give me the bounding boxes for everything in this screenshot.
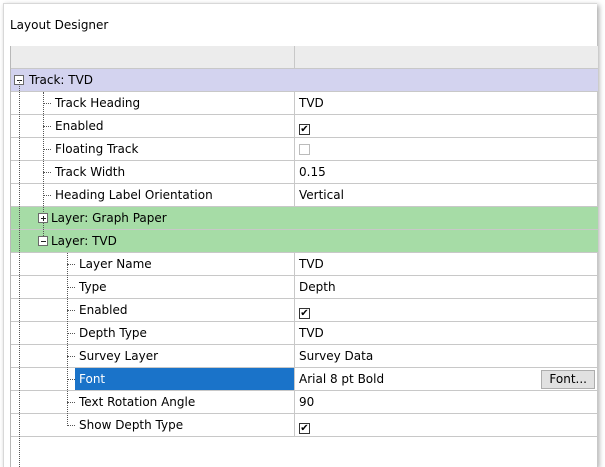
tree-line-root [19, 80, 20, 467]
prop-value[interactable]: 90 [295, 391, 598, 413]
prop-value[interactable]: TVD [295, 253, 598, 275]
prop-name: Survey Layer [75, 345, 295, 367]
property-grid: Track: TVD Track Heading TVD Enabled ✔ F… [10, 46, 598, 467]
prop-name: Enabled [51, 115, 295, 137]
prop-name: Show Depth Type [75, 414, 295, 436]
prop-value[interactable]: TVD [295, 322, 598, 344]
layer-row-tvd[interactable]: Layer: TVD [11, 230, 598, 253]
prop-name: Track Heading [51, 92, 295, 114]
prop-name: Depth Type [75, 322, 295, 344]
font-value: Arial 8 pt Bold [299, 372, 385, 386]
prop-value[interactable]: Depth [295, 276, 598, 298]
prop-text-rotation-angle[interactable]: Text Rotation Angle 90 [11, 391, 598, 414]
layer-label: Layer: Graph Paper [51, 211, 167, 225]
prop-name: Layer Name [75, 253, 295, 275]
expand-layer-graph-paper-icon[interactable] [38, 213, 48, 223]
prop-floating-track[interactable]: Floating Track [11, 138, 598, 161]
prop-name: Floating Track [51, 138, 295, 160]
prop-heading-label-orientation[interactable]: Heading Label Orientation Vertical [11, 184, 598, 207]
collapse-layer-tvd-icon[interactable] [38, 236, 48, 246]
grid-header-row [11, 46, 598, 69]
enabled-checkbox[interactable]: ✔ [299, 124, 310, 135]
layout-designer-window: Layout Designer Track: TVD Track Heading… [3, 3, 598, 467]
header-value-column [295, 46, 598, 68]
prop-value[interactable]: TVD [295, 92, 598, 114]
prop-track-heading[interactable]: Track Heading TVD [11, 92, 598, 115]
prop-survey-layer[interactable]: Survey Layer Survey Data [11, 345, 598, 368]
prop-name: Heading Label Orientation [51, 184, 295, 206]
title-bar: Layout Designer [4, 4, 597, 46]
prop-show-depth-type[interactable]: Show Depth Type ✔ [11, 414, 598, 437]
prop-track-enabled[interactable]: Enabled ✔ [11, 115, 598, 138]
prop-name: Font [75, 368, 295, 390]
prop-track-width[interactable]: Track Width 0.15 [11, 161, 598, 184]
prop-value[interactable]: 0.15 [295, 161, 598, 183]
show-depth-type-checkbox[interactable]: ✔ [299, 423, 310, 434]
font-picker-button[interactable]: Font... [541, 370, 595, 389]
tree-line-layer [67, 253, 68, 426]
prop-name: Type [75, 276, 295, 298]
prop-name: Track Width [51, 161, 295, 183]
prop-type[interactable]: Type Depth [11, 276, 598, 299]
prop-value[interactable]: Vertical [295, 184, 598, 206]
header-name-column [11, 46, 295, 68]
prop-depth-type[interactable]: Depth Type TVD [11, 322, 598, 345]
prop-name: Text Rotation Angle [75, 391, 295, 413]
prop-font[interactable]: Font Arial 8 pt Bold Font... [11, 368, 598, 391]
prop-layer-name[interactable]: Layer Name TVD [11, 253, 598, 276]
layer-label: Layer: TVD [51, 234, 117, 248]
layer-enabled-checkbox[interactable]: ✔ [299, 308, 310, 319]
track-label: Track: TVD [29, 73, 94, 87]
track-row[interactable]: Track: TVD [11, 69, 598, 92]
floating-track-checkbox[interactable] [299, 144, 310, 155]
window-title: Layout Designer [10, 18, 109, 32]
prop-name: Enabled [75, 299, 295, 321]
prop-value[interactable]: Survey Data [295, 345, 598, 367]
layer-row-graph-paper[interactable]: Layer: Graph Paper [11, 207, 598, 230]
prop-layer-enabled[interactable]: Enabled ✔ [11, 299, 598, 322]
prop-value[interactable]: Arial 8 pt Bold Font... [295, 368, 598, 390]
